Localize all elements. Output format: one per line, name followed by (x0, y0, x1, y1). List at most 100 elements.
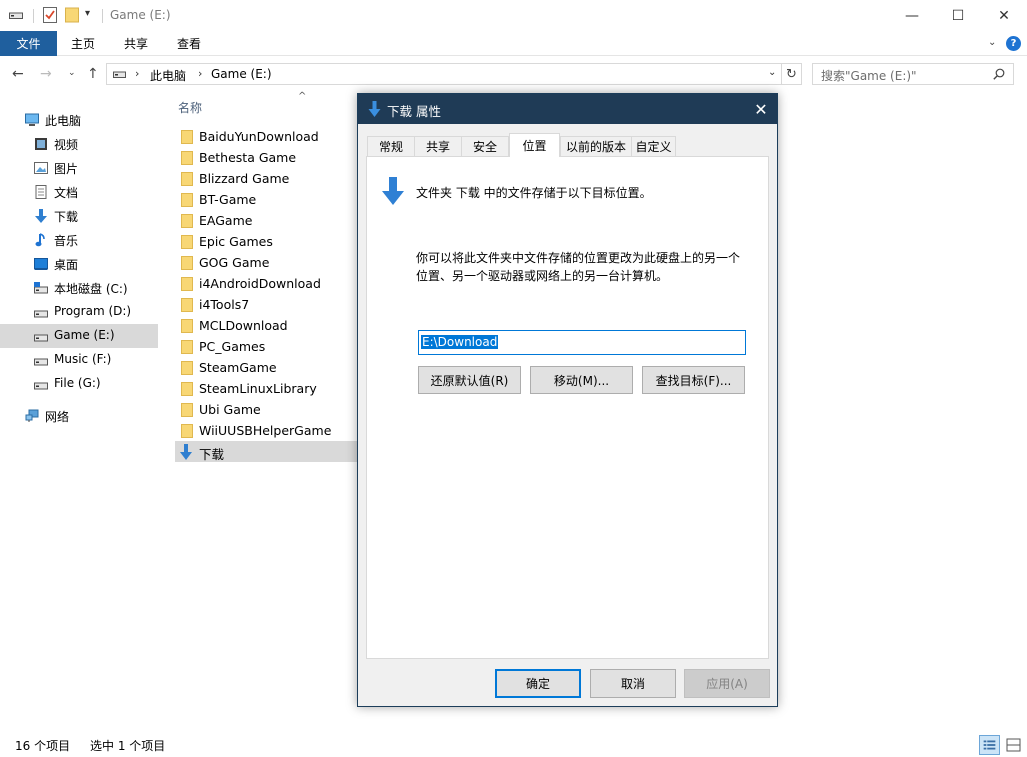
navigation-bar: ← → ⌄ ↑ › 此电脑 › Game (E:) ⌄ ↻ 搜索"Game (E… (0, 56, 1027, 92)
recent-locations-icon[interactable]: ⌄ (68, 68, 76, 78)
column-header-name[interactable]: 名称 (178, 99, 202, 116)
minimize-button[interactable]: — (889, 0, 935, 31)
folder-icon (181, 298, 193, 312)
up-icon[interactable]: ↑ (87, 66, 99, 82)
details-view-icon[interactable] (979, 735, 1000, 755)
forward-icon[interactable]: → (40, 66, 52, 82)
breadcrumb-separator[interactable]: › (135, 67, 139, 80)
network-icon (25, 409, 39, 422)
download-icon (368, 101, 381, 117)
ok-button[interactable]: 确定 (495, 669, 581, 698)
music-icon (35, 233, 45, 247)
window-title: Game (E:) (110, 8, 171, 22)
close-button[interactable]: ✕ (981, 0, 1027, 31)
dialog-title-bar[interactable]: 下载 属性 ✕ (358, 94, 777, 124)
folder-icon (181, 256, 193, 270)
breadcrumb-separator[interactable]: › (198, 67, 202, 80)
documents-icon (35, 185, 47, 199)
list-item[interactable]: Blizzard Game (175, 168, 357, 189)
sidebar-item-drive-f[interactable]: Music (F:) (0, 348, 158, 372)
desktop-icon (34, 258, 48, 270)
tab-previous-versions[interactable]: 以前的版本 (560, 136, 632, 156)
sidebar-item-desktop[interactable]: 桌面 (0, 252, 158, 276)
download-icon (180, 444, 192, 460)
folder-icon (181, 319, 193, 333)
folder-icon (181, 340, 193, 354)
list-item[interactable]: WiiUUSBHelperGame (175, 420, 357, 441)
tab-security[interactable]: 安全 (461, 136, 509, 156)
apply-button[interactable]: 应用(A) (684, 669, 770, 698)
sidebar-item-videos[interactable]: 视频 (0, 132, 158, 156)
back-icon[interactable]: ← (12, 66, 24, 82)
restore-default-button[interactable]: 还原默认值(R) (418, 366, 521, 394)
folder-icon (181, 403, 193, 417)
location-panel: 文件夹 下载 中的文件存储于以下目标位置。 你可以将此文件夹中文件存储的位置更改… (366, 156, 769, 659)
list-item[interactable]: EAGame (175, 210, 357, 231)
search-input[interactable]: 搜索"Game (E:)" (821, 67, 917, 84)
tab-home[interactable]: 主页 (57, 31, 109, 56)
sidebar-item-downloads[interactable]: 下载 (0, 204, 158, 228)
folder-icon (181, 382, 193, 396)
folder-icon (181, 172, 193, 186)
list-item[interactable]: Ubi Game (175, 399, 357, 420)
dialog-close-button[interactable]: ✕ (750, 98, 772, 120)
list-item[interactable]: MCLDownload (175, 315, 357, 336)
tab-customize[interactable]: 自定义 (631, 136, 676, 156)
qat-dropdown-icon[interactable]: ▾ (85, 8, 90, 19)
location-description: 文件夹 下载 中的文件存储于以下目标位置。 (416, 186, 652, 200)
location-path-input[interactable]: E:\Download (418, 330, 746, 355)
tab-view[interactable]: 查看 (163, 31, 215, 56)
help-icon[interactable]: ? (1006, 36, 1021, 51)
tab-location[interactable]: 位置 (509, 133, 560, 157)
find-target-button[interactable]: 查找目标(F)... (642, 366, 745, 394)
sort-ascending-icon[interactable]: ^ (298, 91, 306, 102)
list-item-downloads-selected[interactable]: 下载 (175, 441, 357, 462)
address-bar[interactable]: › 此电脑 › Game (E:) ⌄ (106, 63, 782, 85)
sidebar-item-drive-c[interactable]: 本地磁盘 (C:) (0, 276, 158, 300)
sidebar-item-documents[interactable]: 文档 (0, 180, 158, 204)
folder-icon (181, 151, 193, 165)
refresh-button[interactable]: ↻ (782, 63, 802, 85)
sidebar-item-drive-d[interactable]: Program (D:) (0, 300, 158, 324)
large-icons-view-icon[interactable] (1003, 735, 1024, 755)
folder-icon (181, 130, 193, 144)
list-item[interactable]: SteamLinuxLibrary (175, 378, 357, 399)
tab-sharing[interactable]: 共享 (414, 136, 462, 156)
new-folder-icon[interactable] (65, 7, 79, 23)
drive-icon (113, 71, 126, 78)
maximize-button[interactable]: ☐ (935, 0, 981, 31)
list-item[interactable]: PC_Games (175, 336, 357, 357)
sidebar-item-music[interactable]: 音乐 (0, 228, 158, 252)
folder-icon (181, 214, 193, 228)
list-item[interactable]: Epic Games (175, 231, 357, 252)
list-item[interactable]: GOG Game (175, 252, 357, 273)
drive-icon (34, 282, 48, 294)
search-icon[interactable] (993, 68, 1005, 80)
tab-share[interactable]: 共享 (109, 31, 163, 56)
sidebar-item-drive-g[interactable]: File (G:) (0, 372, 158, 396)
sidebar-item-drive-e[interactable]: Game (E:) (0, 324, 158, 348)
address-dropdown-icon[interactable]: ⌄ (768, 67, 776, 78)
list-item[interactable]: i4Tools7 (175, 294, 357, 315)
properties-icon[interactable] (43, 7, 57, 23)
list-item[interactable]: Bethesta Game (175, 147, 357, 168)
list-item[interactable]: BT-Game (175, 189, 357, 210)
breadcrumb-this-pc[interactable]: 此电脑 (150, 67, 186, 84)
list-item[interactable]: SteamGame (175, 357, 357, 378)
expand-ribbon-icon[interactable]: ⌄ (988, 37, 996, 48)
tab-file[interactable]: 文件 (0, 31, 57, 56)
sidebar-item-pictures[interactable]: 图片 (0, 156, 158, 180)
dialog-title: 下载 属性 (387, 104, 441, 119)
tab-general[interactable]: 常规 (367, 136, 415, 156)
cancel-button[interactable]: 取消 (590, 669, 676, 698)
sidebar-item-network[interactable]: 网络 (0, 404, 158, 428)
list-item[interactable]: i4AndroidDownload (175, 273, 357, 294)
breadcrumb-game-drive[interactable]: Game (E:) (211, 67, 272, 81)
drive-icon[interactable] (9, 11, 23, 19)
move-button[interactable]: 移动(M)... (530, 366, 633, 394)
list-item[interactable]: BaiduYunDownload (175, 126, 357, 147)
sidebar-item-this-pc[interactable]: 此电脑 (0, 108, 158, 132)
search-box[interactable]: 搜索"Game (E:)" (812, 63, 1014, 85)
title-bar: ▾ Game (E:) — ☐ ✕ (0, 0, 1027, 31)
properties-dialog: 下载 属性 ✕ 常规 共享 安全 位置 以前的版本 自定义 文件夹 下载 中的文… (357, 93, 778, 707)
